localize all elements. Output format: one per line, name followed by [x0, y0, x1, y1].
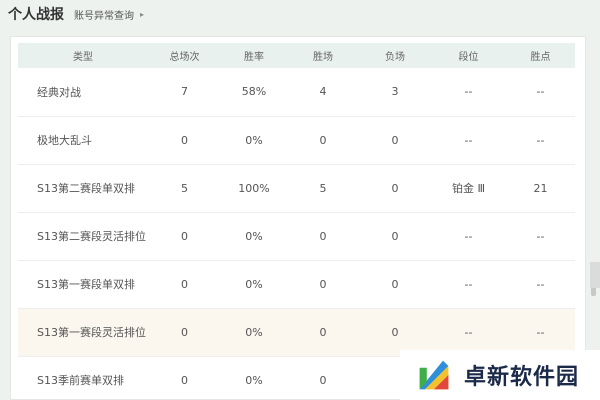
- cell-type: 极地大乱斗: [37, 134, 92, 147]
- cell-losses: 3: [391, 85, 399, 99]
- cell-winrate: 0%: [245, 325, 263, 339]
- cell-points: --: [536, 133, 545, 147]
- cell-type: S13第二赛段单双排: [37, 182, 135, 195]
- col-header-points: 胜点: [530, 52, 551, 63]
- cell-losses: 0: [391, 133, 399, 147]
- cell-total: 0: [181, 373, 188, 387]
- cell-points: 21: [533, 181, 548, 195]
- page-header: 个人战报 账号异常查询 ▸: [0, 0, 600, 28]
- account-anomaly-link-label: 账号异常查询: [74, 10, 134, 22]
- cell-winrate: 0%: [245, 229, 263, 243]
- side-scroll-handle[interactable]: [590, 262, 600, 288]
- cell-winrate: 100%: [238, 181, 270, 195]
- col-header-total: 总场次: [169, 52, 200, 63]
- cell-winrate: 0%: [245, 373, 263, 387]
- cell-total: 5: [181, 181, 188, 195]
- cell-losses: 0: [391, 325, 399, 339]
- table-row: S13第一赛段灵活排位 0 0% 0 0 -- --: [18, 308, 575, 356]
- cell-total: 0: [181, 325, 188, 339]
- cell-wins: 5: [319, 181, 327, 195]
- vertical-scrollbar[interactable]: [591, 44, 596, 394]
- table-row: 经典对战 7 58% 4 3 -- --: [18, 68, 575, 116]
- cell-wins: 0: [319, 229, 327, 243]
- table-row: S13第二赛段灵活排位 0 0% 0 0 -- --: [18, 212, 575, 260]
- cell-total: 0: [181, 277, 188, 291]
- cell-losses: 0: [391, 277, 399, 291]
- cell-type: S13第二赛段灵活排位: [37, 230, 146, 243]
- cell-points: --: [536, 229, 545, 243]
- table-row: S13第二赛段单双排 5 100% 5 0 铂金 Ⅲ 21: [18, 164, 575, 212]
- cell-points: --: [536, 325, 545, 339]
- account-anomaly-link[interactable]: 账号异常查询 ▸: [74, 7, 144, 22]
- cell-rank: --: [464, 325, 473, 339]
- cell-rank: --: [464, 277, 473, 291]
- cell-rank: --: [464, 85, 473, 99]
- cell-type: 经典对战: [37, 85, 81, 99]
- cell-losses: 0: [391, 229, 399, 243]
- cell-wins: 0: [319, 373, 327, 387]
- cell-winrate: 0%: [245, 133, 263, 147]
- cell-type: S13第一赛段单双排: [37, 278, 135, 291]
- cell-losses: 0: [391, 181, 399, 195]
- cell-total: 7: [181, 85, 188, 99]
- cell-winrate: 58%: [241, 85, 267, 99]
- watermark-text: 卓新软件园: [464, 365, 580, 390]
- cell-wins: 0: [319, 325, 327, 339]
- cell-wins: 4: [319, 85, 327, 99]
- cell-total: 0: [181, 133, 188, 147]
- table-header-row: 类型 总场次 胜率 胜场 负场 段位 胜点: [18, 43, 575, 68]
- cell-rank: --: [464, 133, 473, 147]
- cell-points: --: [536, 277, 545, 291]
- table-row: S13第一赛段单双排 0 0% 0 0 -- --: [18, 260, 575, 308]
- stats-panel: 类型 总场次 胜率 胜场 负场 段位 胜点 经典对战 7 58% 4 3 -- …: [10, 36, 586, 400]
- zhuoxin-logo-icon: [419, 360, 449, 390]
- cell-rank: --: [464, 229, 473, 243]
- stats-table: 类型 总场次 胜率 胜场 负场 段位 胜点 经典对战 7 58% 4 3 -- …: [18, 43, 575, 399]
- cell-type: S13第一赛段灵活排位: [37, 326, 146, 339]
- page-title: 个人战报: [8, 7, 64, 23]
- table-row: 极地大乱斗 0 0% 0 0 -- --: [18, 116, 575, 164]
- col-header-wins: 胜场: [313, 52, 333, 63]
- col-header-losses: 负场: [385, 52, 405, 63]
- cell-type: S13季前赛单双排: [37, 374, 124, 387]
- cell-rank: 铂金 Ⅲ: [451, 182, 486, 195]
- cell-wins: 0: [319, 277, 327, 291]
- cell-points: --: [536, 85, 545, 99]
- cell-total: 0: [181, 229, 188, 243]
- site-watermark: 卓新软件园: [400, 350, 600, 400]
- col-header-type: 类型: [73, 52, 93, 63]
- cell-wins: 0: [319, 133, 327, 147]
- col-header-rank: 段位: [458, 52, 479, 63]
- chevron-right-icon: ▸: [140, 9, 145, 19]
- col-header-winrate: 胜率: [244, 52, 264, 63]
- cell-winrate: 0%: [245, 277, 263, 291]
